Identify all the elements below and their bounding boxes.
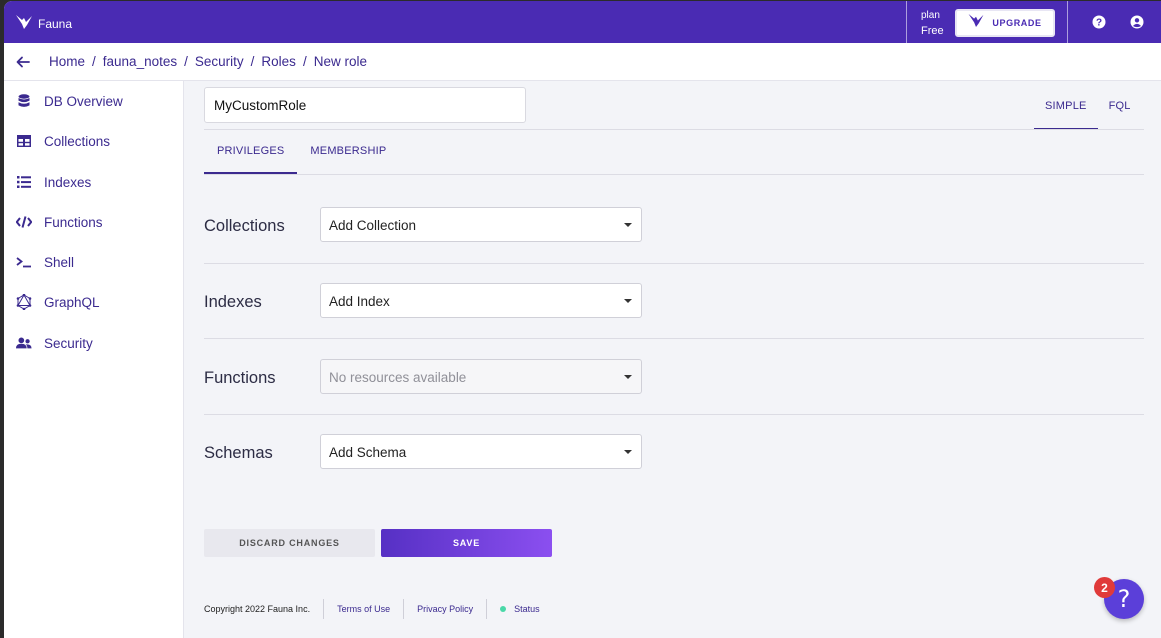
brand-name: Fauna <box>38 17 73 31</box>
breadcrumb-roles[interactable]: Roles <box>261 54 296 69</box>
top-bar: Fauna plan Free UPGRADE ? <box>4 1 1161 43</box>
upgrade-label: UPGRADE <box>992 18 1042 28</box>
add-collection-select[interactable]: Add Collection <box>320 207 642 242</box>
caret-down-icon <box>624 450 632 454</box>
save-button[interactable]: SAVE <box>381 529 552 557</box>
add-schema-select[interactable]: Add Schema <box>320 434 642 469</box>
privilege-label-indexes: Indexes <box>204 293 262 311</box>
divider <box>204 338 1144 339</box>
notification-badge: 2 <box>1094 577 1115 598</box>
breadcrumb: Home / fauna_notes / Security / Roles / … <box>49 54 367 69</box>
fauna-bird-icon <box>16 15 32 29</box>
tab-privileges[interactable]: PRIVILEGES <box>204 130 298 174</box>
sidebar-item-label: Shell <box>44 254 75 270</box>
upgrade-button[interactable]: UPGRADE <box>955 9 1055 37</box>
plan-label: plan <box>921 10 940 21</box>
brand-logo[interactable]: Fauna <box>16 13 72 31</box>
add-index-select[interactable]: Add Index <box>320 283 642 318</box>
sidebar-item-security[interactable]: Security <box>4 331 184 355</box>
breadcrumb-bar: Home / fauna_notes / Security / Roles / … <box>4 43 1161 81</box>
graphql-icon <box>16 294 32 310</box>
plan-value: Free <box>921 25 944 37</box>
back-arrow-icon[interactable] <box>16 55 30 73</box>
sidebar-item-functions[interactable]: Functions <box>4 210 184 234</box>
privacy-link[interactable]: Privacy Policy <box>417 604 473 614</box>
tab-membership[interactable]: MEMBERSHIP <box>297 130 399 174</box>
sidebar-item-label: Indexes <box>44 174 92 190</box>
sidebar-item-db-overview[interactable]: DB Overview <box>4 89 184 113</box>
plan-section: plan Free UPGRADE <box>906 1 1068 43</box>
sidebar-item-shell[interactable]: Shell <box>4 250 184 274</box>
sidebar-item-label: GraphQL <box>44 294 100 310</box>
caret-down-icon <box>624 299 632 303</box>
sidebar-item-graphql[interactable]: GraphQL <box>4 290 184 314</box>
list-icon <box>16 174 32 190</box>
divider <box>204 263 1144 264</box>
app-window: Fauna plan Free UPGRADE ? Home / fauna_n… <box>4 1 1161 638</box>
select-value: No resources available <box>329 370 467 385</box>
copyright-text: Copyright 2022 Fauna Inc. <box>204 604 311 614</box>
select-value: Add Collection <box>329 218 417 233</box>
tab-fql[interactable]: FQL <box>1098 87 1142 130</box>
question-mark-icon: ? <box>1117 585 1131 613</box>
select-value: Add Index <box>329 294 390 309</box>
sidebar-item-label: Security <box>44 335 93 351</box>
tab-simple[interactable]: SIMPLE <box>1034 87 1098 130</box>
role-sub-tabs: PRIVILEGES MEMBERSHIP <box>204 130 399 174</box>
divider <box>204 414 1144 415</box>
functions-select: No resources available <box>320 359 642 394</box>
sidebar-item-collections[interactable]: Collections <box>4 129 184 153</box>
table-icon <box>16 133 32 149</box>
breadcrumb-database[interactable]: fauna_notes <box>103 54 177 69</box>
fauna-bird-icon <box>968 14 984 32</box>
role-name-input[interactable] <box>204 87 526 123</box>
svg-text:?: ? <box>1096 18 1102 29</box>
privilege-label-functions: Functions <box>204 369 276 387</box>
breadcrumb-current: New role <box>313 54 367 69</box>
privilege-label-collections: Collections <box>204 217 285 235</box>
status-dot-icon <box>500 606 507 612</box>
sidebar-item-label: Functions <box>44 214 103 230</box>
divider <box>204 174 1144 175</box>
breadcrumb-home[interactable]: Home <box>49 54 85 69</box>
sidebar: DB Overview Collections Indexes Function… <box>4 81 184 638</box>
status-link[interactable]: Status <box>514 604 540 614</box>
terminal-icon <box>16 254 32 270</box>
privilege-label-schemas: Schemas <box>204 444 273 462</box>
discard-changes-button[interactable]: DISCARD CHANGES <box>204 529 375 557</box>
sidebar-item-label: DB Overview <box>44 93 123 109</box>
code-icon <box>16 214 32 230</box>
breadcrumb-security[interactable]: Security <box>195 54 244 69</box>
sidebar-item-indexes[interactable]: Indexes <box>4 170 184 194</box>
mode-tabs: SIMPLE FQL <box>1034 87 1142 130</box>
caret-down-icon <box>624 375 632 379</box>
help-icon[interactable]: ? <box>1092 15 1106 34</box>
users-icon <box>16 335 32 351</box>
terms-link[interactable]: Terms of Use <box>337 604 390 614</box>
caret-down-icon <box>624 223 632 227</box>
footer: Copyright 2022 Fauna Inc. Terms of Use P… <box>204 599 540 619</box>
sidebar-item-label: Collections <box>44 133 111 149</box>
user-account-icon[interactable] <box>1130 15 1144 34</box>
database-icon <box>16 93 32 109</box>
select-value: Add Schema <box>329 445 407 460</box>
